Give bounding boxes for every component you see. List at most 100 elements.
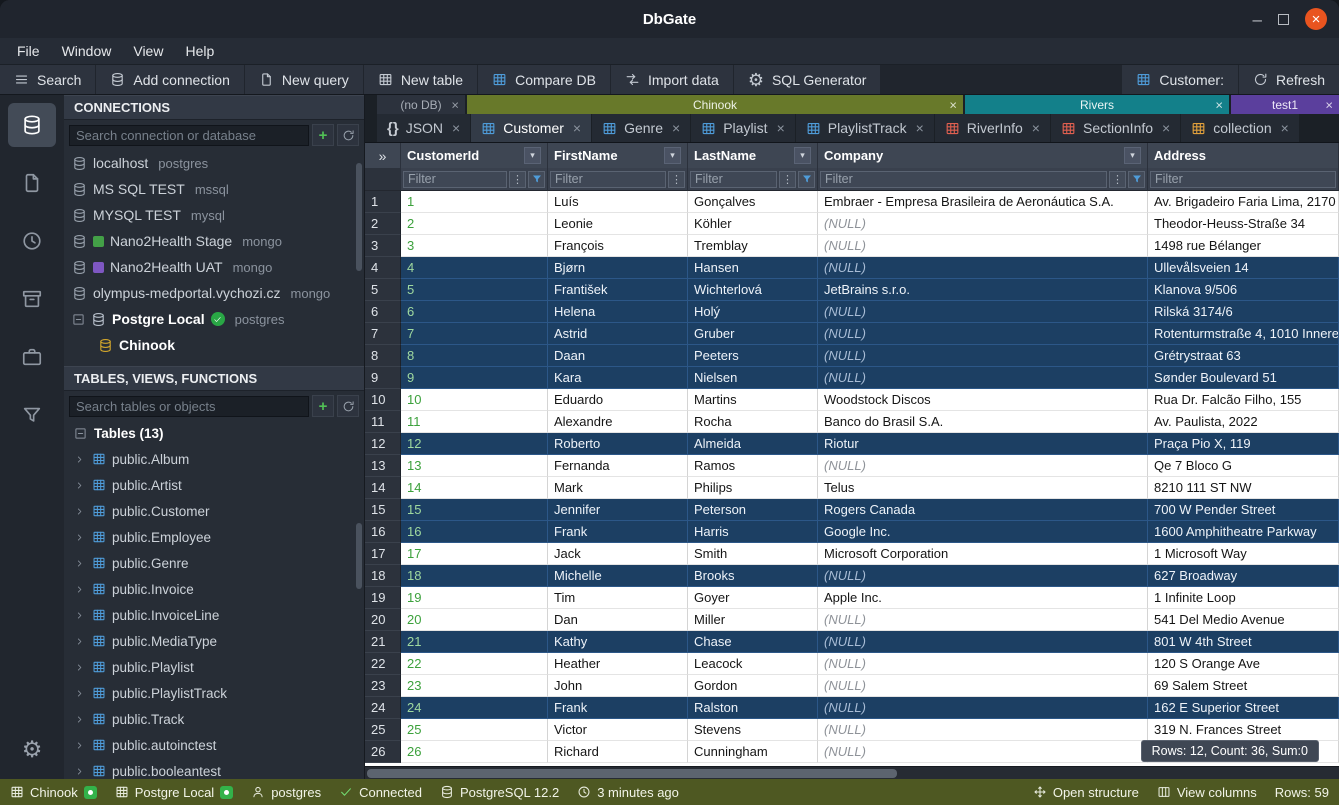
grid-cell[interactable]: Chase <box>688 631 818 653</box>
db-group-no-db[interactable]: (no DB)× <box>377 95 465 114</box>
grid-cell[interactable]: Praça Pio X, 119 <box>1148 433 1339 455</box>
grid-cell[interactable]: Frank <box>548 521 688 543</box>
db-group-rivers[interactable]: Rivers× <box>965 95 1229 114</box>
row-number[interactable]: 21 <box>365 631 401 653</box>
grid-cell[interactable]: Heather <box>548 653 688 675</box>
grid-cell[interactable]: (NULL) <box>818 697 1148 719</box>
row-number[interactable]: 7 <box>365 323 401 345</box>
grid-cell[interactable]: 11 <box>401 411 548 433</box>
tables-group[interactable]: Tables (13) <box>64 421 364 446</box>
grid-cell[interactable]: 700 W Pender Street <box>1148 499 1339 521</box>
grid-corner-button[interactable]: » <box>365 143 401 168</box>
filter-input[interactable] <box>550 171 666 188</box>
grid-cell[interactable]: Peterson <box>688 499 818 521</box>
tables-search-input[interactable] <box>69 396 309 417</box>
settings-gear-icon[interactable]: ⚙ <box>8 727 56 771</box>
grid-cell[interactable]: 12 <box>401 433 548 455</box>
grid-cell[interactable]: Smith <box>688 543 818 565</box>
row-number[interactable]: 22 <box>365 653 401 675</box>
row-number[interactable]: 26 <box>365 741 401 763</box>
grid-cell[interactable]: 22 <box>401 653 548 675</box>
grid-cell[interactable]: Goyer <box>688 587 818 609</box>
filter-input[interactable] <box>1150 171 1336 188</box>
grid-cell[interactable]: Qe 7 Bloco G <box>1148 455 1339 477</box>
grid-cell[interactable]: Richard <box>548 741 688 763</box>
tab-playlisttrack[interactable]: PlaylistTrack× <box>796 114 934 142</box>
chevron-right-icon[interactable] <box>74 506 86 517</box>
grid-cell[interactable]: Mark <box>548 477 688 499</box>
grid-cell[interactable]: Nielsen <box>688 367 818 389</box>
grid-cell[interactable]: 120 S Orange Ave <box>1148 653 1339 675</box>
grid-cell[interactable]: 13 <box>401 455 548 477</box>
row-number[interactable]: 1 <box>365 191 401 213</box>
table-item-public-genre[interactable]: public.Genre <box>64 550 364 576</box>
grid-cell[interactable]: 5 <box>401 279 548 301</box>
grid-cell[interactable]: 25 <box>401 719 548 741</box>
chevron-right-icon[interactable] <box>74 766 86 777</box>
toolbar-refresh-button[interactable]: Refresh <box>1239 65 1339 94</box>
grid-cell[interactable]: 15 <box>401 499 548 521</box>
grid-cell[interactable]: Microsoft Corporation <box>818 543 1148 565</box>
row-number[interactable]: 19 <box>365 587 401 609</box>
close-icon[interactable]: × <box>452 120 460 136</box>
grid-cell[interactable]: Eduardo <box>548 389 688 411</box>
grid-cell[interactable]: Victor <box>548 719 688 741</box>
row-number[interactable]: 9 <box>365 367 401 389</box>
grid-cell[interactable]: Rotenturmstraße 4, 1010 Innere Stadt <box>1148 323 1339 345</box>
grid-cell[interactable]: 9 <box>401 367 548 389</box>
grid-cell[interactable]: 6 <box>401 301 548 323</box>
horizontal-scrollbar[interactable] <box>365 766 1339 779</box>
scrollbar-thumb[interactable] <box>367 769 897 778</box>
row-number[interactable]: 2 <box>365 213 401 235</box>
grid-cell[interactable]: Tim <box>548 587 688 609</box>
grid-cell[interactable]: 16 <box>401 521 548 543</box>
chevron-right-icon[interactable] <box>74 714 86 725</box>
table-item-public-autoinctest[interactable]: public.autoinctest <box>64 732 364 758</box>
grid-cell[interactable]: 4 <box>401 257 548 279</box>
filter-menu-icon[interactable]: ⋮ <box>779 171 796 188</box>
filter-menu-icon[interactable]: ⋮ <box>668 171 685 188</box>
status-connected[interactable]: Connected <box>339 785 422 800</box>
column-dropdown-icon[interactable]: ▾ <box>794 147 811 164</box>
grid-cell[interactable]: 17 <box>401 543 548 565</box>
menu-view[interactable]: View <box>122 40 174 62</box>
grid-cell[interactable]: 1 Infinite Loop <box>1148 587 1339 609</box>
status-rows-59[interactable]: Rows: 59 <box>1275 785 1329 800</box>
connection-item-localhost[interactable]: localhostpostgres <box>64 150 364 176</box>
chevron-right-icon[interactable] <box>74 740 86 751</box>
close-icon[interactable]: × <box>1281 120 1289 136</box>
close-icon[interactable]: × <box>1215 97 1223 112</box>
chevron-right-icon[interactable] <box>74 454 86 465</box>
connection-item-nano2health-uat[interactable]: Nano2Health UATmongo <box>64 254 364 280</box>
menu-file[interactable]: File <box>6 40 51 62</box>
grid-cell[interactable]: Grétrystraat 63 <box>1148 345 1339 367</box>
grid-cell[interactable]: (NULL) <box>818 741 1148 763</box>
grid-cell[interactable]: Tremblay <box>688 235 818 257</box>
database-item-chinook[interactable]: Chinook <box>64 332 364 358</box>
grid-cell[interactable]: Ullevålsveien 14 <box>1148 257 1339 279</box>
grid-cell[interactable]: Riotur <box>818 433 1148 455</box>
collapse-icon[interactable] <box>72 313 85 326</box>
grid-cell[interactable]: 541 Del Medio Avenue <box>1148 609 1339 631</box>
column-header-customerid[interactable]: CustomerId▾ <box>401 143 548 168</box>
grid-cell[interactable]: Daan <box>548 345 688 367</box>
chevron-right-icon[interactable] <box>74 558 86 569</box>
row-number[interactable]: 25 <box>365 719 401 741</box>
grid-cell[interactable]: Embraer - Empresa Brasileira de Aeronáut… <box>818 191 1148 213</box>
close-icon[interactable]: × <box>777 120 785 136</box>
connection-item-mysql-test[interactable]: MYSQL TESTmysql <box>64 202 364 228</box>
add-connection-icon[interactable]: + <box>312 124 334 146</box>
filter-funnel-icon[interactable] <box>528 171 545 188</box>
toolbar-search-button[interactable]: Search <box>0 65 95 94</box>
row-number[interactable]: 10 <box>365 389 401 411</box>
grid-cell[interactable]: 10 <box>401 389 548 411</box>
tab-json[interactable]: {}JSON× <box>377 114 470 142</box>
scrollbar-thumb[interactable] <box>356 163 362 271</box>
close-icon[interactable]: × <box>916 120 924 136</box>
toolbar-new-query-button[interactable]: New query <box>245 65 363 94</box>
grid-cell[interactable]: Luís <box>548 191 688 213</box>
menu-window[interactable]: Window <box>51 40 123 62</box>
table-item-public-invoice[interactable]: public.Invoice <box>64 576 364 602</box>
row-number[interactable]: 6 <box>365 301 401 323</box>
titlebar[interactable]: DbGate – × <box>0 0 1339 38</box>
